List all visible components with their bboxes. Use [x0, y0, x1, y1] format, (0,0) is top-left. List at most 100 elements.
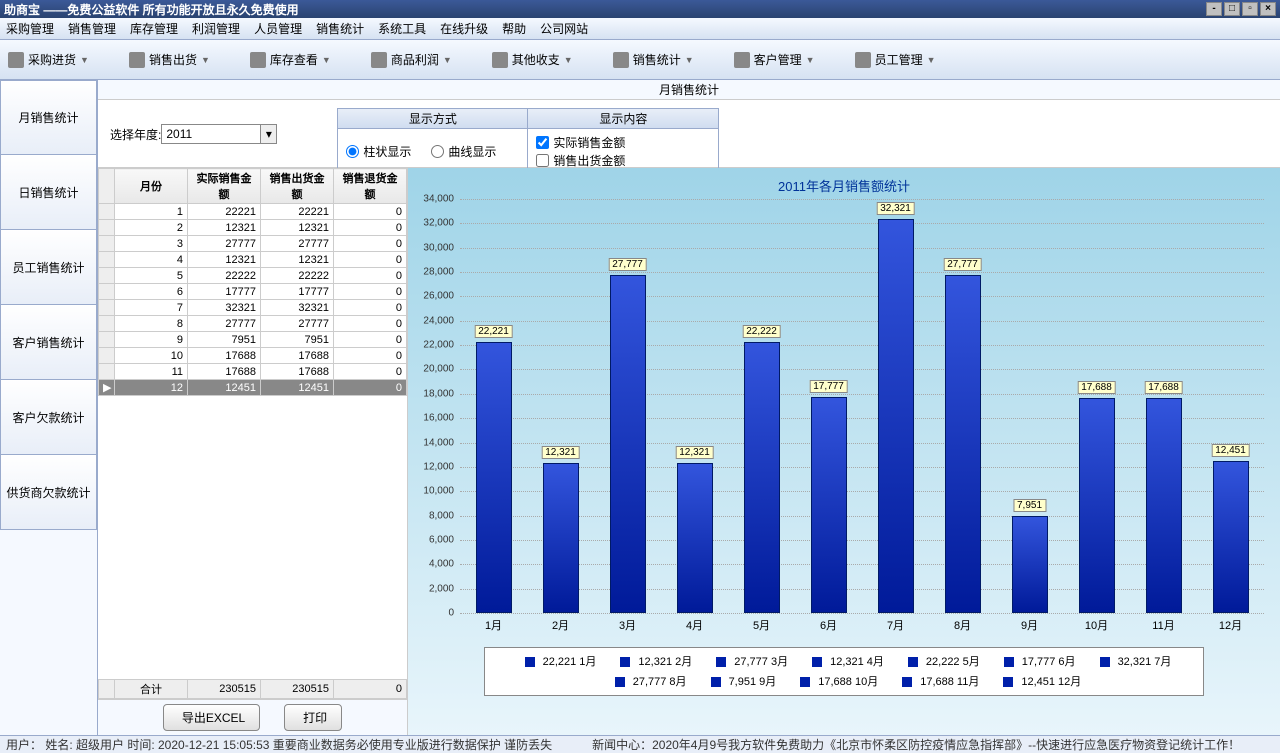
x-axis-label: 6月 [795, 613, 862, 639]
chart-bar: 22,222 [728, 342, 795, 613]
sidebar-item[interactable]: 客户欠款统计 [0, 380, 97, 455]
year-label: 选择年度: [110, 126, 161, 143]
toolbar: 采购进货▼ 销售出货▼ 库存查看▼ 商品利润▼ 其他收支▼ 销售统计▼ 客户管理▼ 员工管理▼ [0, 40, 1280, 80]
display-content-option[interactable]: 销售出货金额 [536, 152, 710, 169]
toolbar-icon [492, 52, 508, 68]
toolbar-button[interactable]: 销售统计▼ [613, 51, 694, 68]
column-header: 销售退货金额 [334, 169, 407, 204]
chart-bar: 32,321 [862, 219, 929, 613]
toolbar-button[interactable]: 销售出货▼ [129, 51, 210, 68]
table-row[interactable]: 1017688176880 [99, 348, 407, 364]
menu-item[interactable]: 公司网站 [540, 20, 588, 37]
x-axis-label: 9月 [996, 613, 1063, 639]
chevron-down-icon: ▼ [927, 55, 936, 65]
x-axis-label: 2月 [527, 613, 594, 639]
x-axis-label: 1月 [460, 613, 527, 639]
toolbar-icon [129, 52, 145, 68]
menu-item[interactable]: 库存管理 [130, 20, 178, 37]
chevron-down-icon: ▼ [201, 55, 210, 65]
toolbar-button[interactable]: 客户管理▼ [734, 51, 815, 68]
chevron-down-icon: ▼ [564, 55, 573, 65]
chart-bar: 12,321 [527, 463, 594, 613]
x-axis-label: 4月 [661, 613, 728, 639]
display-mode-header: 显示方式 [338, 109, 527, 129]
table-row[interactable]: 522222222220 [99, 268, 407, 284]
display-mode-option[interactable]: 柱状显示 [346, 143, 411, 160]
menu-item[interactable]: 系统工具 [378, 20, 426, 37]
chevron-down-icon: ▼ [806, 55, 815, 65]
x-axis-label: 8月 [929, 613, 996, 639]
legend-item: 12,321 2月 [612, 656, 692, 668]
filter-panel: 选择年度: ▾ 显示方式 柱状显示曲线显示 显示内容 实际销售金额销售出货金额销… [98, 100, 1280, 168]
menu-item[interactable]: 帮助 [502, 20, 526, 37]
menu-item[interactable]: 销售管理 [68, 20, 116, 37]
sidebar: 月销售统计日销售统计员工销售统计客户销售统计客户欠款统计供货商欠款统计 [0, 80, 98, 735]
table-row[interactable]: 827777277770 [99, 316, 407, 332]
toolbar-icon [371, 52, 387, 68]
table-row[interactable]: 1117688176880 [99, 364, 407, 380]
table-row[interactable]: 327777277770 [99, 236, 407, 252]
legend-item: 22,221 1月 [517, 656, 597, 668]
legend-item: 17,777 6月 [996, 656, 1076, 668]
chart-bar: 12,321 [661, 463, 728, 613]
table-row[interactable]: 9795179510 [99, 332, 407, 348]
toolbar-button[interactable]: 库存查看▼ [250, 51, 331, 68]
chart-title: 2011年各月销售额统计 [416, 176, 1272, 195]
year-spinner[interactable]: ▾ [261, 124, 277, 144]
chart-bar: 27,777 [929, 275, 996, 613]
legend-item: 32,321 7月 [1092, 656, 1172, 668]
display-content-option[interactable]: 实际销售金额 [536, 134, 710, 151]
legend-item: 27,777 3月 [708, 656, 788, 668]
sidebar-item[interactable]: 客户销售统计 [0, 305, 97, 380]
chart-bar: 22,221 [460, 342, 527, 613]
chart-bar: 27,777 [594, 275, 661, 613]
chevron-down-icon: ▼ [443, 55, 452, 65]
table-row[interactable]: 122221222210 [99, 204, 407, 220]
export-excel-button[interactable]: 导出EXCEL [163, 704, 260, 731]
year-input[interactable] [161, 124, 261, 144]
page-title: 月销售统计 [98, 80, 1280, 100]
table-row[interactable]: 412321123210 [99, 252, 407, 268]
sidebar-item[interactable]: 月销售统计 [0, 80, 97, 155]
minimize-button[interactable]: - [1206, 2, 1222, 16]
chevron-down-icon: ▼ [685, 55, 694, 65]
table-total-row: 合计2305152305150 [99, 680, 407, 699]
chart-bar: 17,688 [1130, 398, 1197, 613]
legend-item: 17,688 10月 [792, 676, 878, 688]
maximize-button[interactable]: ▫ [1242, 2, 1258, 16]
toolbar-button[interactable]: 商品利润▼ [371, 51, 452, 68]
print-button[interactable]: 打印 [284, 704, 342, 731]
data-table: 月份实际销售金额销售出货金额销售退货金额12222122221021232112… [98, 168, 408, 735]
table-row[interactable]: 617777177770 [99, 284, 407, 300]
toolbar-icon [613, 52, 629, 68]
table-row[interactable]: 732321323210 [99, 300, 407, 316]
sidebar-item[interactable]: 日销售统计 [0, 155, 97, 230]
statusbar: 用户： 姓名: 超级用户 时间: 2020-12-21 15:05:53 重要商… [0, 735, 1280, 753]
column-header: 实际销售金额 [188, 169, 261, 204]
display-mode-option[interactable]: 曲线显示 [431, 143, 496, 160]
titlebar: 助商宝 ——免费公益软件 所有功能开放且永久免费使用 - □ ▫ × [0, 0, 1280, 18]
chart-bar: 17,688 [1063, 398, 1130, 613]
menu-item[interactable]: 人员管理 [254, 20, 302, 37]
menu-item[interactable]: 采购管理 [6, 20, 54, 37]
menu-item[interactable]: 在线升级 [440, 20, 488, 37]
table-row[interactable]: 212321123210 [99, 220, 407, 236]
toolbar-button[interactable]: 员工管理▼ [855, 51, 936, 68]
table-row[interactable]: ▶1212451124510 [99, 380, 407, 396]
toolbar-button[interactable]: 采购进货▼ [8, 51, 89, 68]
legend-item: 7,951 9月 [703, 676, 777, 688]
toolbar-icon [734, 52, 750, 68]
menu-item[interactable]: 利润管理 [192, 20, 240, 37]
restore-button[interactable]: □ [1224, 2, 1240, 16]
close-button[interactable]: × [1260, 2, 1276, 16]
toolbar-button[interactable]: 其他收支▼ [492, 51, 573, 68]
toolbar-icon [855, 52, 871, 68]
column-header: 月份 [115, 169, 188, 204]
sidebar-item[interactable]: 供货商欠款统计 [0, 455, 97, 530]
chart-bar: 17,777 [795, 397, 862, 613]
sidebar-item[interactable]: 员工销售统计 [0, 230, 97, 305]
menu-item[interactable]: 销售统计 [316, 20, 364, 37]
display-content-header: 显示内容 [528, 109, 718, 129]
chevron-down-icon: ▼ [322, 55, 331, 65]
status-right: 新闻中心：2020年4月9号我方软件免费助力《北京市怀柔区防控疫情应急指挥部》-… [592, 736, 1240, 753]
